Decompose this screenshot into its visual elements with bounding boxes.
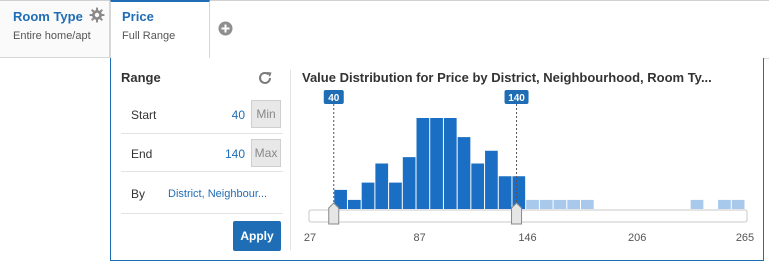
histogram-bar xyxy=(581,199,594,209)
apply-button[interactable]: Apply xyxy=(233,221,281,251)
tab-room-type[interactable]: Room Type Entire home/apt xyxy=(0,1,110,58)
tab-price-title: Price xyxy=(122,9,154,24)
tab-price-subtitle: Full Range xyxy=(122,30,176,42)
histogram-bar xyxy=(731,199,745,209)
range-slider-track[interactable] xyxy=(308,209,748,223)
tab-room-type-title: Room Type xyxy=(13,9,83,24)
start-row: Start 40 Min xyxy=(121,96,283,134)
start-marker-badge[interactable]: 40 xyxy=(323,90,344,104)
chart-title: Value Distribution for Price by District… xyxy=(302,70,712,85)
by-select[interactable]: District, Neighbour... xyxy=(168,188,282,200)
histogram-bar xyxy=(512,176,526,209)
tab-room-type-subtitle: Entire home/apt xyxy=(13,30,91,42)
distribution-chart: 40 140 27 87 146 206 265 xyxy=(304,90,754,244)
start-input[interactable]: 40 xyxy=(232,108,245,122)
histogram-bar xyxy=(498,176,512,209)
histogram-bar xyxy=(526,199,539,209)
histogram-bar xyxy=(457,137,471,209)
histogram-bar xyxy=(690,199,704,209)
tab-price[interactable]: Price Full Range xyxy=(110,0,210,59)
min-button[interactable]: Min xyxy=(251,100,281,128)
x-tick-label: 146 xyxy=(518,232,536,244)
add-tab-icon[interactable] xyxy=(218,21,233,36)
x-tick-label: 27 xyxy=(304,232,316,244)
x-tick-label: 206 xyxy=(628,232,646,244)
max-button[interactable]: Max xyxy=(251,139,281,167)
histogram-bar xyxy=(567,199,581,209)
histogram-bar xyxy=(553,199,567,209)
histogram-bar xyxy=(718,199,731,209)
x-tick-label: 265 xyxy=(736,232,754,244)
end-slider-handle[interactable] xyxy=(511,202,523,225)
x-axis-ticks: 27 87 146 206 265 xyxy=(304,232,754,244)
range-title: Range xyxy=(121,70,161,85)
end-marker-badge[interactable]: 140 xyxy=(504,90,529,104)
start-label: Start xyxy=(131,108,157,122)
histogram-bar xyxy=(375,163,389,209)
by-row: By District, Neighbour... xyxy=(121,172,283,214)
histogram-bar xyxy=(539,199,553,209)
histogram-bar xyxy=(443,118,457,209)
end-label: End xyxy=(131,147,153,161)
by-label: By xyxy=(131,187,146,201)
histogram-bar xyxy=(485,150,498,209)
panel-divider xyxy=(290,70,291,250)
histogram-bar xyxy=(361,182,375,209)
histogram-bar xyxy=(402,157,416,209)
histogram-bar xyxy=(347,199,361,209)
histogram-bar xyxy=(471,163,485,209)
end-marker-label: 140 xyxy=(508,93,525,104)
start-slider-handle[interactable] xyxy=(328,202,340,225)
end-row: End 140 Max xyxy=(121,134,283,172)
refresh-icon[interactable] xyxy=(257,70,273,86)
histogram-bar xyxy=(430,118,443,209)
chart-bars xyxy=(334,118,745,209)
histogram-bar xyxy=(389,182,402,209)
x-tick-label: 87 xyxy=(414,232,426,244)
histogram-bar xyxy=(416,118,430,209)
gear-icon[interactable] xyxy=(89,7,105,23)
start-marker-label: 40 xyxy=(328,93,340,104)
end-input[interactable]: 140 xyxy=(225,147,245,161)
